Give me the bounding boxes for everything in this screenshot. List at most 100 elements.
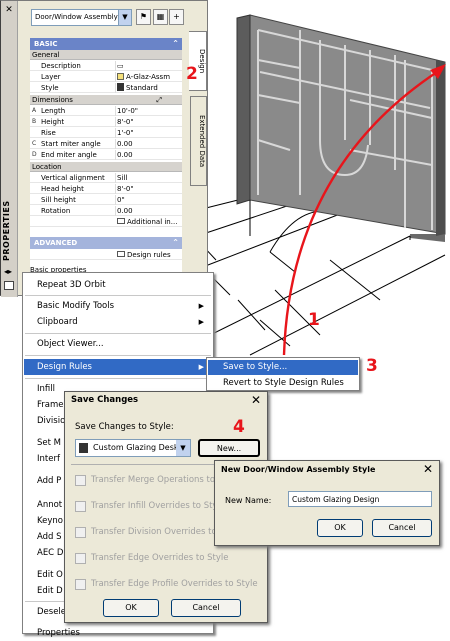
prop-row-vertical-alignment[interactable]: Vertical alignment Sill <box>30 173 182 183</box>
checkbox-edge-label: Transfer Edge Overrides to Style <box>91 553 229 563</box>
description-icon[interactable]: ▭ <box>117 61 124 71</box>
prop-value: 8'-0" <box>117 118 134 126</box>
close-icon[interactable]: ✕ <box>4 5 14 15</box>
checkbox-division[interactable] <box>75 527 86 538</box>
prop-row-rise[interactable]: Rise 1'-0" <box>30 128 182 138</box>
prop-key: End miter angle <box>41 151 97 159</box>
checkbox-edge[interactable] <box>75 553 86 564</box>
checkbox-merge[interactable] <box>75 475 86 486</box>
collapse-icon[interactable]: ⌃ <box>172 237 179 249</box>
close-icon[interactable]: ✕ <box>423 461 433 478</box>
close-icon[interactable]: ✕ <box>251 392 261 409</box>
select-objects-icon[interactable]: ⚑ <box>136 9 151 25</box>
prop-key: Layer <box>41 73 61 81</box>
design-rules-icon <box>117 251 125 257</box>
menu-item-clipboard[interactable]: Clipboard <box>37 314 78 330</box>
cancel-button[interactable]: Cancel <box>372 519 432 537</box>
toggle-pickadd-icon[interactable]: + <box>169 9 184 25</box>
prop-key: Style <box>41 84 59 92</box>
style-select[interactable]: Custom Glazing Desk ▼ <box>75 439 191 457</box>
menu-separator <box>25 295 211 296</box>
menu-item-properties[interactable]: Properties <box>37 625 80 641</box>
category-location[interactable]: Location <box>30 162 182 172</box>
menu-item-add-s[interactable]: Add S <box>37 529 62 545</box>
menu-item-interf[interactable]: Interf <box>37 451 60 467</box>
prop-row-design-rules[interactable]: Design rules <box>30 250 182 260</box>
design-rules-submenu: Save to Style... Revert to Style Design … <box>206 357 360 391</box>
layer-value: A-Glaz-Assm <box>126 73 171 81</box>
prop-row-length[interactable]: A Length 10'-0" <box>30 106 182 116</box>
menu-item-set-m[interactable]: Set M <box>37 435 61 451</box>
prop-row-start-miter[interactable]: C Start miter angle 0.00 <box>30 139 182 149</box>
prop-row-style[interactable]: Style Standard <box>30 83 182 93</box>
prop-value: 0" <box>117 196 125 204</box>
menu-item-edit-o[interactable]: Edit O <box>37 567 63 583</box>
palette-title: PROPERTIES <box>2 200 11 262</box>
dimension-tool-icon[interactable]: ⤢ <box>156 95 162 105</box>
new-name-input[interactable] <box>288 491 432 507</box>
checkbox-infill[interactable] <box>75 501 86 512</box>
menu-item-design-rules[interactable]: Design Rules <box>37 359 92 375</box>
menu-item-division[interactable]: Divisio <box>37 413 65 429</box>
object-type-value: Door/Window Assembly <box>35 13 118 21</box>
menu-item-keyno[interactable]: Keyno <box>37 513 63 529</box>
collapse-icon[interactable]: ⌃ <box>172 38 179 50</box>
ok-button[interactable]: OK <box>317 519 363 537</box>
menu-separator <box>25 355 211 356</box>
category-dimensions[interactable]: Dimensions ⤢ <box>30 95 182 105</box>
menu-item-basic-modify-tools[interactable]: Basic Modify Tools <box>37 298 114 314</box>
menu-item-infill[interactable]: Infill <box>37 381 55 397</box>
design-rules-label: Design rules <box>127 251 171 259</box>
auto-hide-icon[interactable]: ◂▸ <box>4 267 12 276</box>
prop-row-rotation[interactable]: Rotation 0.00 <box>30 206 182 216</box>
dim-marker: A <box>32 107 37 114</box>
tab-design-label: Design <box>198 48 206 74</box>
submenu-item-save-to-style[interactable]: Save to Style... <box>223 359 287 375</box>
new-style-dialog: New Door/Window Assembly Style ✕ New Nam… <box>214 460 440 546</box>
prop-value[interactable]: Additional in... <box>117 217 177 227</box>
new-name-label: New Name: <box>225 496 272 505</box>
submenu-arrow-icon: ▶ <box>198 302 204 310</box>
chevron-down-icon[interactable]: ▼ <box>118 10 131 25</box>
category-general[interactable]: General <box>30 50 182 60</box>
new-style-button[interactable]: New... <box>198 439 260 457</box>
prop-row-additional-info[interactable]: Additional in... <box>30 217 182 227</box>
prop-row-layer[interactable]: Layer A-Glaz-Assm <box>30 72 182 82</box>
section-advanced[interactable]: ADVANCED ⌃ <box>30 237 182 249</box>
additional-info-label: Additional in... <box>127 218 178 226</box>
ok-button[interactable]: OK <box>103 599 159 617</box>
chevron-down-icon[interactable]: ▼ <box>176 440 190 456</box>
menu-item-object-viewer[interactable]: Object Viewer... <box>37 336 104 352</box>
menu-item-aec-d[interactable]: AEC D <box>37 545 63 561</box>
prop-row-sill-height[interactable]: Sill height 0" <box>30 195 182 205</box>
tab-extended-data[interactable]: Extended Data <box>190 96 207 186</box>
callout-2: 2 <box>186 64 198 84</box>
prop-row-height[interactable]: B Height 8'-0" <box>30 117 182 127</box>
prop-row-end-miter[interactable]: D End miter angle 0.00 <box>30 150 182 160</box>
prop-key: Vertical alignment <box>41 174 105 182</box>
checkbox-edge-profile[interactable] <box>75 579 86 590</box>
quick-select-icon[interactable]: ▦ <box>153 9 168 25</box>
menu-item-edit-d[interactable]: Edit D <box>37 583 63 599</box>
menu-item-annot[interactable]: Annot <box>37 497 62 513</box>
submenu-arrow-icon: ▶ <box>198 318 204 326</box>
prop-key: Description <box>41 62 81 70</box>
dialog-title: New Door/Window Assembly Style <box>221 465 376 474</box>
prop-row-head-height[interactable]: Head height 8'-0" <box>30 184 182 194</box>
prop-key: Rotation <box>41 207 71 215</box>
menu-item-add-p[interactable]: Add P <box>37 473 61 489</box>
menu-item-repeat-3d-orbit[interactable]: Repeat 3D Orbit <box>37 277 106 293</box>
prop-row-description[interactable]: Description ▭ <box>30 61 182 71</box>
checkbox-edge-profile-label: Transfer Edge Profile Overrides to Style <box>91 579 258 589</box>
cancel-button[interactable]: Cancel <box>171 599 241 617</box>
menu-item-frame[interactable]: Frame <box>37 397 63 413</box>
submenu-item-revert-to-style[interactable]: Revert to Style Design Rules <box>223 375 344 391</box>
layer-icon <box>117 73 124 80</box>
section-basic[interactable]: BASIC ⌃ <box>30 38 182 50</box>
submenu-arrow-icon: ▶ <box>198 363 204 371</box>
prop-key: Head height <box>41 185 84 193</box>
palette-menu-icon[interactable] <box>4 281 14 290</box>
dialog-title: Save Changes <box>71 395 139 405</box>
object-type-combo[interactable]: Door/Window Assembly ▼ <box>31 9 132 26</box>
prop-value[interactable]: Design rules <box>117 250 171 260</box>
